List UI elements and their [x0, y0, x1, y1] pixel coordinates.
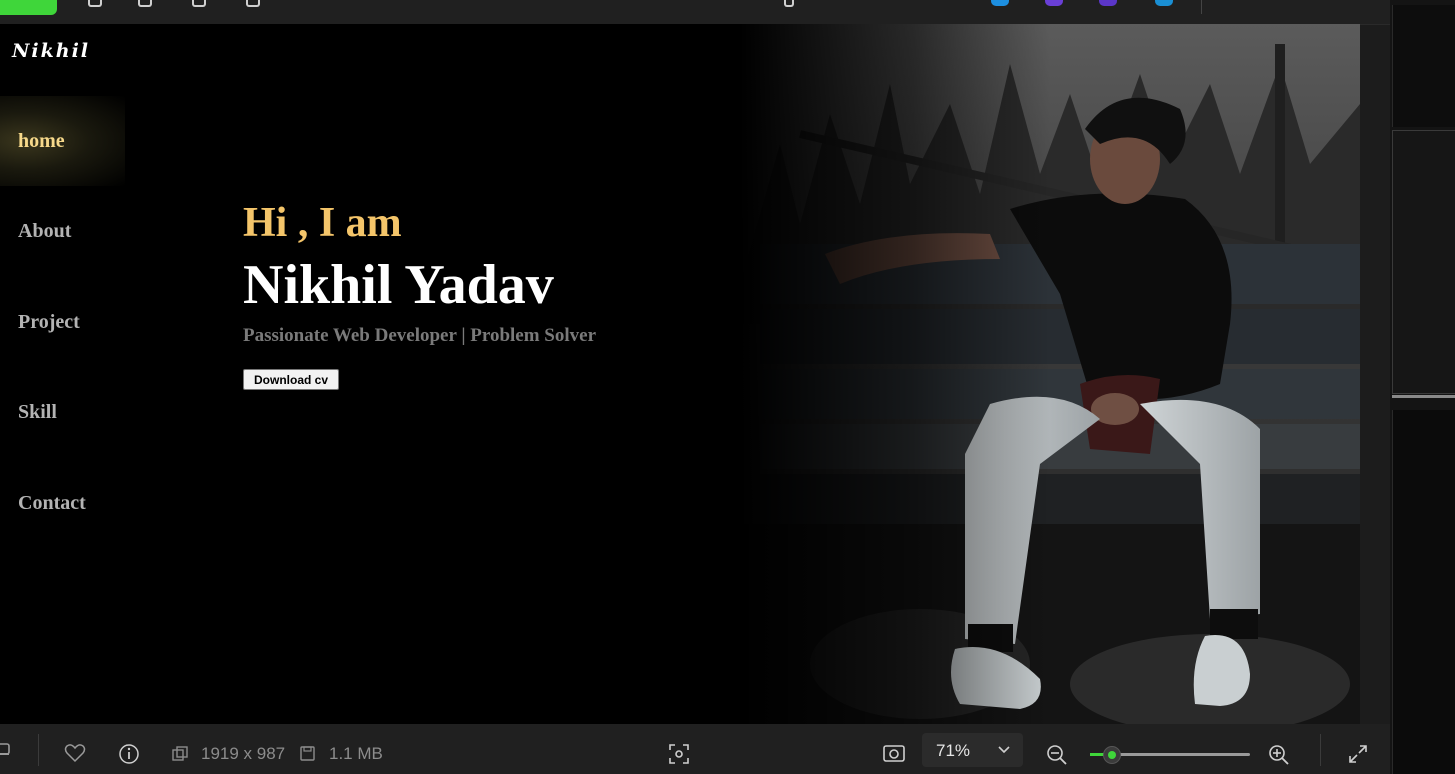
toolbar-divider — [1320, 734, 1321, 766]
site-logo[interactable]: Nikhil — [12, 40, 90, 62]
zoom-select[interactable]: 71% — [922, 733, 1023, 767]
hero-tagline: Passionate Web Developer | Problem Solve… — [243, 325, 597, 346]
nav-item-contact[interactable]: Contact — [0, 458, 125, 548]
nav-label: Contact — [18, 491, 86, 514]
background-divider — [1392, 395, 1455, 398]
nav-label: home — [18, 129, 65, 152]
file-size: 1.1 MB — [329, 744, 383, 763]
screenshot-icon[interactable] — [883, 744, 905, 764]
toolbar-divider — [38, 734, 39, 766]
nav-label: About — [18, 219, 72, 242]
image-dimensions: 1919 x 987 — [201, 744, 286, 763]
title-fragment-icon — [784, 0, 794, 7]
nav-item-about[interactable]: About — [0, 186, 125, 276]
focus-icon[interactable] — [668, 743, 690, 765]
background-panel — [1392, 410, 1455, 774]
background-panel — [1392, 5, 1455, 127]
nav-item-home[interactable]: home — [0, 96, 125, 186]
portrait-photo-image — [740, 24, 1360, 724]
hero-photo — [740, 24, 1360, 724]
app-icon-blue[interactable] — [991, 0, 1009, 6]
app-top-bar — [0, 0, 1390, 25]
resize-icon — [172, 746, 188, 761]
zoom-in-icon[interactable] — [1268, 744, 1290, 766]
zoom-out-icon[interactable] — [1046, 744, 1068, 766]
app-icon-violet[interactable] — [1045, 0, 1063, 6]
bracket-icon[interactable] — [88, 0, 102, 7]
expand-icon[interactable] — [1348, 744, 1368, 764]
toolbar-divider — [1201, 0, 1202, 14]
copy-icon[interactable] — [138, 0, 152, 7]
hero-name: Nikhil Yadav — [243, 254, 554, 316]
hero-section: Hi , I am Nikhil Yadav Passionate Web De… — [243, 199, 596, 390]
nav-label: Skill — [18, 400, 57, 423]
background-panel — [1392, 130, 1455, 394]
active-app-indicator[interactable] — [0, 0, 57, 15]
nav-item-project[interactable]: Project — [0, 277, 125, 367]
download-cv-button[interactable]: Download cv — [243, 369, 340, 390]
viewer-toolbar: 1919 x 987 1.1 MB 71% — [0, 724, 1390, 774]
zoom-slider-thumb[interactable] — [1103, 746, 1122, 764]
nav-item-skill[interactable]: Skill — [0, 367, 125, 457]
share-icon[interactable] — [246, 0, 260, 7]
chevron-down-icon — [998, 746, 1010, 754]
film-strip-icon[interactable] — [0, 742, 12, 758]
hero-greeting: Hi , I am — [243, 200, 402, 246]
save-icon — [300, 746, 315, 761]
nav-label: Project — [18, 310, 80, 333]
website-preview: Nikhil home About Project Skill Contact … — [0, 24, 1360, 724]
heart-icon[interactable] — [64, 743, 86, 763]
clipboard-icon[interactable] — [192, 0, 206, 7]
app-icon-cyan[interactable] — [1155, 0, 1173, 6]
app-icon-purple[interactable] — [1099, 0, 1117, 6]
zoom-level: 71% — [936, 741, 971, 760]
info-icon[interactable] — [118, 743, 140, 765]
